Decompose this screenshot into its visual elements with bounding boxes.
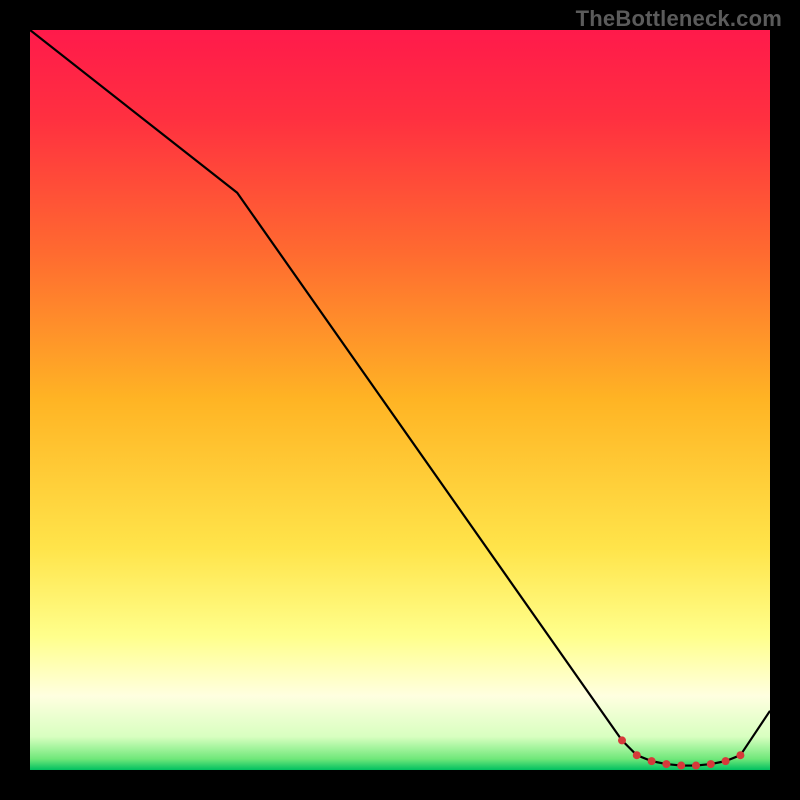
chart-svg bbox=[30, 30, 770, 770]
watermark-text: TheBottleneck.com bbox=[576, 6, 782, 32]
marker-highlight-range bbox=[707, 760, 715, 768]
marker-highlight-range bbox=[736, 751, 744, 759]
chart-background bbox=[30, 30, 770, 770]
marker-highlight-range bbox=[722, 757, 730, 765]
plot-area bbox=[30, 30, 770, 770]
marker-highlight-range bbox=[662, 760, 670, 768]
marker-highlight-range bbox=[648, 757, 656, 765]
chart-frame: TheBottleneck.com bbox=[0, 0, 800, 800]
marker-highlight-range bbox=[677, 762, 685, 770]
marker-highlight-range bbox=[692, 762, 700, 770]
marker-highlight-range bbox=[618, 736, 626, 744]
marker-highlight-range bbox=[633, 751, 641, 759]
